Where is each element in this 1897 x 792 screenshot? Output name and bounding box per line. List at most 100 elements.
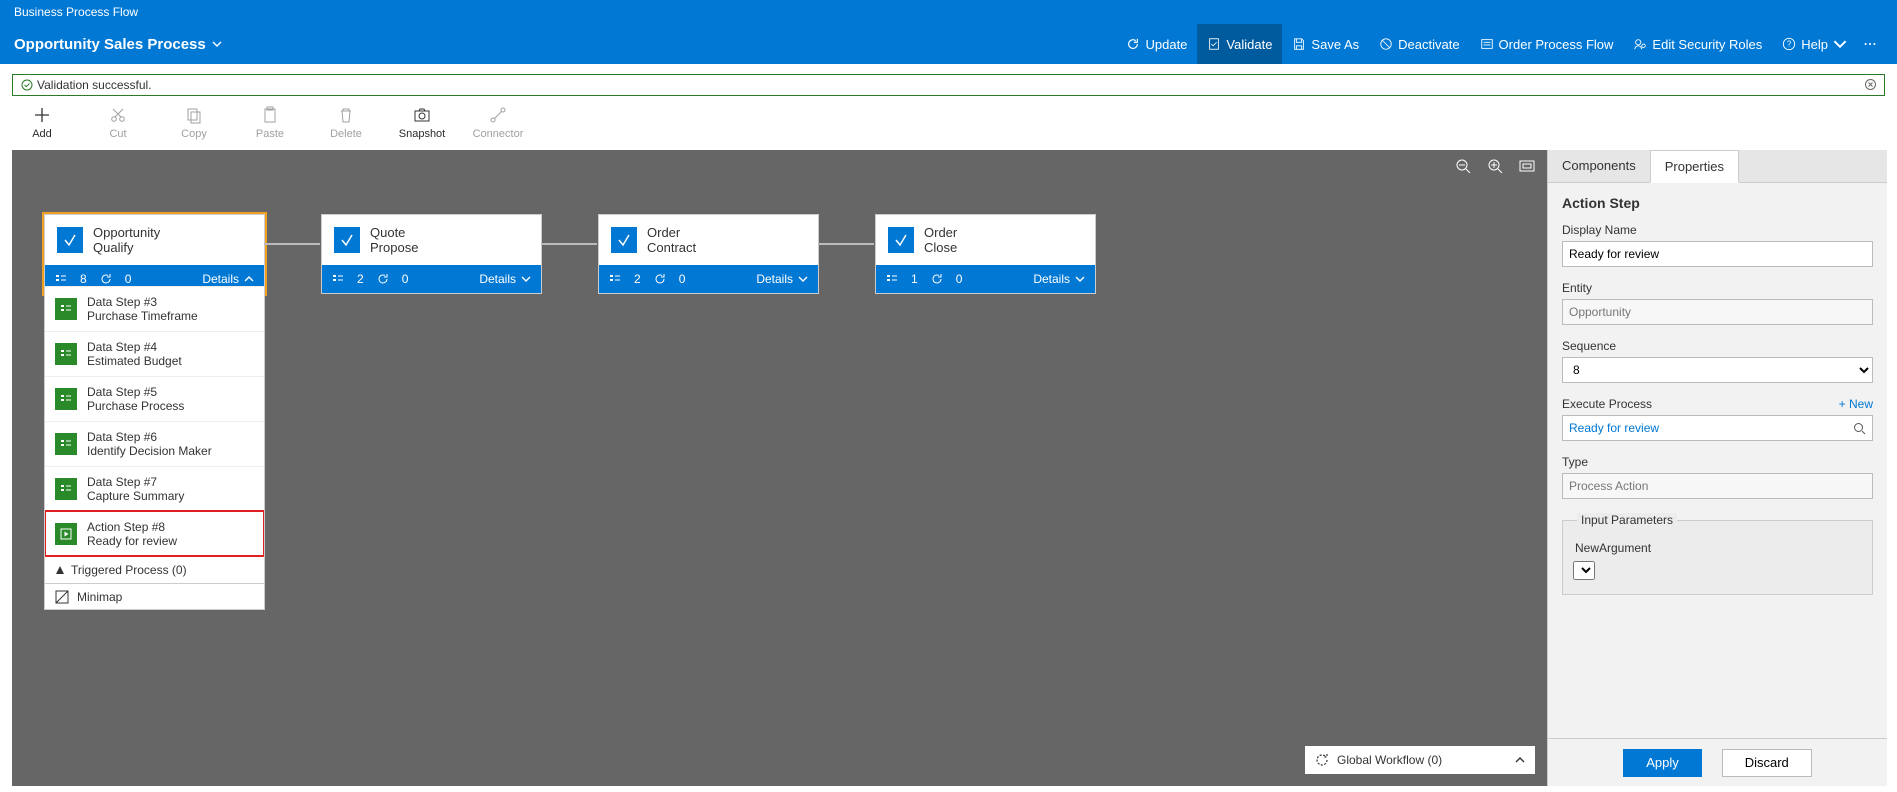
search-icon — [1853, 422, 1866, 435]
steps-icon — [886, 273, 898, 285]
camera-icon — [413, 106, 431, 124]
flows-count: 0 — [956, 272, 963, 286]
process-name-dropdown[interactable]: Opportunity Sales Process — [14, 36, 222, 53]
input-argument-select[interactable] — [1573, 561, 1595, 580]
copy-button[interactable]: Copy — [168, 106, 220, 140]
stage-subtitle: Qualify — [93, 240, 160, 255]
data-step-item[interactable]: Data Step #6Identify Decision Maker — [45, 421, 264, 466]
entity-value: Opportunity — [1562, 299, 1873, 325]
cut-button[interactable]: Cut — [92, 106, 144, 140]
sequence-select[interactable]: 8 — [1562, 357, 1873, 383]
stage-title: Quote — [370, 225, 418, 240]
minimap-icon — [55, 590, 69, 604]
connector-line — [541, 243, 597, 245]
stage-icon — [57, 227, 83, 253]
global-workflow-pill[interactable]: Global Workflow (0) — [1305, 746, 1535, 774]
chevron-down-icon — [798, 274, 808, 284]
step-title: Data Step #7 — [87, 475, 184, 489]
execute-process-new-link[interactable]: + New — [1839, 397, 1873, 411]
flows-count: 0 — [679, 272, 686, 286]
zoom-out-icon[interactable] — [1455, 158, 1471, 174]
stage-details-toggle[interactable]: Details — [479, 272, 531, 286]
more-button[interactable] — [1857, 24, 1883, 64]
steps-count: 2 — [357, 272, 364, 286]
add-button[interactable]: Add — [16, 106, 68, 140]
edit-security-roles-button[interactable]: Edit Security Roles — [1623, 24, 1772, 64]
tab-components[interactable]: Components — [1548, 150, 1650, 182]
snapshot-button[interactable]: Snapshot — [396, 106, 448, 140]
stage-details-toggle[interactable]: Details — [202, 272, 254, 286]
step-subtitle: Estimated Budget — [87, 354, 182, 368]
stage-opportunity-qualify[interactable]: OpportunityQualify 8 0 Details — [44, 214, 265, 294]
details-label: Details — [202, 272, 239, 286]
panel-heading: Action Step — [1562, 195, 1873, 211]
fit-screen-icon[interactable] — [1519, 158, 1535, 174]
tab-properties[interactable]: Properties — [1650, 150, 1739, 183]
connector-button[interactable]: Connector — [472, 106, 524, 140]
steps-count: 8 — [80, 272, 87, 286]
data-step-item[interactable]: Data Step #5Purchase Process — [45, 376, 264, 421]
chevron-up-icon — [1515, 755, 1525, 765]
data-step-item[interactable]: Data Step #3Purchase Timeframe — [45, 286, 264, 331]
connector-line — [818, 243, 874, 245]
save-as-button[interactable]: Save As — [1282, 24, 1369, 64]
help-button[interactable]: ? Help — [1772, 24, 1857, 64]
validation-message: Validation successful. — [37, 78, 152, 92]
designer-toolbar: Add Cut Copy Paste Delete Snapshot Conne… — [0, 102, 1897, 150]
paste-label: Paste — [256, 128, 284, 140]
discard-button[interactable]: Discard — [1722, 749, 1812, 777]
update-button[interactable]: Update — [1116, 24, 1197, 64]
step-title: Data Step #3 — [87, 295, 198, 309]
tab-properties-label: Properties — [1665, 159, 1724, 174]
triggered-process-row[interactable]: Triggered Process (0) — [45, 556, 264, 583]
deactivate-button[interactable]: Deactivate — [1369, 24, 1469, 64]
stage-order-contract[interactable]: OrderContract 20 Details — [598, 214, 819, 294]
zoom-in-icon[interactable] — [1487, 158, 1503, 174]
close-icon — [1865, 79, 1876, 90]
trash-icon — [337, 106, 355, 124]
display-name-input[interactable] — [1562, 241, 1873, 267]
stage-details-toggle[interactable]: Details — [756, 272, 808, 286]
order-process-flow-button[interactable]: Order Process Flow — [1470, 24, 1624, 64]
action-step-item[interactable]: Action Step #8Ready for review — [45, 511, 264, 556]
data-step-item[interactable]: Data Step #7Capture Summary — [45, 466, 264, 511]
stage-subtitle: Contract — [647, 240, 696, 255]
save-as-label: Save As — [1311, 37, 1359, 52]
entity-label: Entity — [1562, 281, 1873, 295]
validate-button[interactable]: Validate — [1197, 24, 1282, 64]
input-argument-label: NewArgument — [1575, 541, 1862, 555]
flows-icon — [931, 273, 943, 285]
details-label: Details — [479, 272, 516, 286]
list-icon — [55, 343, 77, 365]
execute-process-lookup[interactable]: Ready for review — [1562, 415, 1873, 441]
discard-label: Discard — [1745, 755, 1789, 770]
flows-icon — [377, 273, 389, 285]
order-icon — [1480, 37, 1494, 51]
input-parameters-legend: Input Parameters — [1577, 513, 1677, 527]
stage-details-toggle[interactable]: Details — [1033, 272, 1085, 286]
execute-process-value: Ready for review — [1569, 421, 1659, 435]
close-banner-button[interactable] — [1865, 79, 1876, 93]
apply-button[interactable]: Apply — [1623, 749, 1702, 777]
steps-icon — [332, 273, 344, 285]
validate-label: Validate — [1226, 37, 1272, 52]
design-canvas[interactable]: OpportunityQualify 8 0 Details QuoteProp… — [12, 150, 1547, 786]
paste-button[interactable]: Paste — [244, 106, 296, 140]
delete-button[interactable]: Delete — [320, 106, 372, 140]
svg-text:?: ? — [1787, 40, 1792, 49]
minimap-toggle[interactable]: Minimap — [45, 583, 264, 609]
security-icon — [1633, 37, 1647, 51]
validation-banner: Validation successful. — [12, 74, 1885, 96]
triggered-label: Triggered Process (0) — [71, 563, 187, 577]
flows-count: 0 — [402, 272, 409, 286]
properties-panel: Components Properties Action Step Displa… — [1547, 150, 1887, 786]
stage-quote-propose[interactable]: QuotePropose 20 Details — [321, 214, 542, 294]
flows-count: 0 — [125, 272, 132, 286]
data-step-item[interactable]: Data Step #4Estimated Budget — [45, 331, 264, 376]
paste-icon — [261, 106, 279, 124]
steps-icon — [55, 273, 67, 285]
delete-label: Delete — [330, 128, 362, 140]
workflow-icon — [1315, 753, 1329, 767]
stage-order-close[interactable]: OrderClose 10 Details — [875, 214, 1096, 294]
check-circle-icon — [21, 79, 33, 91]
